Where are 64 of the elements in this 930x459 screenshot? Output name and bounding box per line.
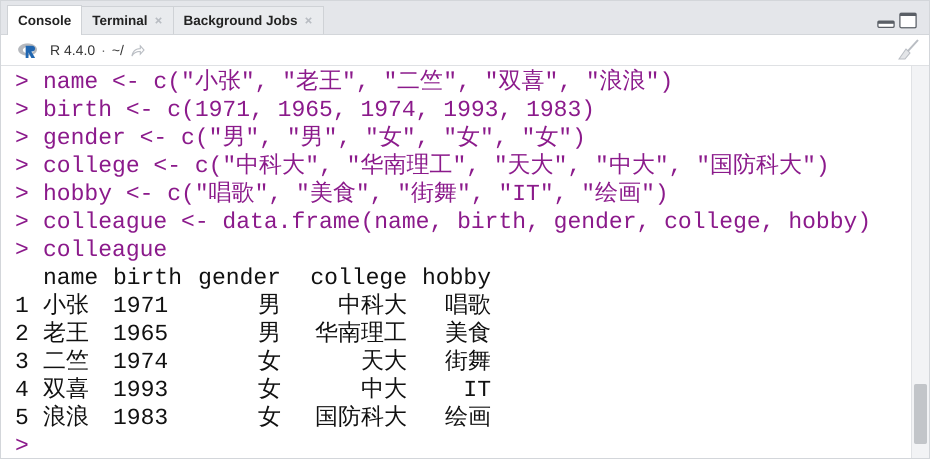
table-cell-text: 华南理工 bbox=[314, 320, 407, 348]
command-line: colleague <- data.frame(name, birth, gender, college, hobby) bbox=[43, 208, 872, 236]
prompt: > bbox=[15, 180, 30, 208]
prompt: > bbox=[15, 68, 30, 96]
broom-icon[interactable] bbox=[897, 39, 919, 61]
table-cell-text: 1993 bbox=[113, 376, 170, 404]
column-header: college bbox=[309, 264, 407, 292]
table-cell-text: 女 bbox=[257, 376, 281, 404]
row-number: 1 bbox=[15, 292, 30, 320]
column-header: birth bbox=[113, 264, 184, 292]
table-cell-text: 天大 bbox=[360, 348, 407, 376]
table-cell-text: 1965 bbox=[113, 320, 170, 348]
table-cell-text: 1974 bbox=[113, 348, 170, 376]
row-number: 4 bbox=[15, 376, 30, 404]
table-cell-text: 唱歌 bbox=[444, 292, 491, 320]
command-line: hobby <- c("唱歌", "美食", "街舞", "IT", "绘画") bbox=[43, 180, 669, 208]
table-cell-text: IT bbox=[462, 376, 491, 404]
table-cell-text: 双喜 bbox=[43, 376, 90, 404]
command-line: name <- c("小张", "老王", "二竺", "双喜", "浪浪") bbox=[43, 68, 674, 96]
scrollbar-thumb[interactable] bbox=[914, 384, 927, 444]
column-header: name bbox=[43, 264, 100, 292]
table-cell-text: 街舞 bbox=[444, 348, 491, 376]
maximize-icon[interactable] bbox=[899, 12, 917, 29]
column-header: hobby bbox=[420, 264, 491, 292]
prompt: > bbox=[15, 152, 30, 180]
command-line: birth <- c(1971, 1965, 1974, 1993, 1983) bbox=[43, 96, 596, 124]
table-cell-text: 1983 bbox=[113, 404, 170, 432]
table-cell-text: 小张 bbox=[43, 292, 90, 320]
table-cell-text: 男 bbox=[257, 292, 281, 320]
console-tab[interactable]: Terminal bbox=[81, 6, 174, 34]
separator-dot: · bbox=[101, 42, 106, 58]
table-cell-text: 国防科大 bbox=[314, 404, 407, 432]
prompt: > bbox=[15, 96, 30, 124]
command-line: colleague bbox=[43, 236, 168, 264]
table-cell-text: 二竺 bbox=[43, 348, 90, 376]
table-cell-text: 绘画 bbox=[444, 404, 491, 432]
table-cell-text: 中科大 bbox=[337, 292, 407, 320]
table-cell-text: 浪浪 bbox=[43, 404, 90, 432]
input-prompt[interactable]: > bbox=[15, 432, 43, 459]
close-icon[interactable] bbox=[304, 16, 313, 25]
table-cell-text: 男 bbox=[257, 320, 281, 348]
row-number: 3 bbox=[15, 348, 30, 376]
scrollbar[interactable] bbox=[911, 66, 929, 458]
table-cell-text: 女 bbox=[257, 348, 281, 376]
table-cell-text: 1971 bbox=[113, 292, 170, 320]
row-number: 5 bbox=[15, 404, 30, 432]
close-icon[interactable] bbox=[154, 16, 163, 25]
console-tab[interactable]: Console bbox=[7, 5, 82, 35]
arrow-icon[interactable] bbox=[130, 44, 145, 56]
prompt: > bbox=[15, 236, 30, 264]
prompt: > bbox=[15, 124, 30, 152]
r-logo-icon bbox=[17, 42, 40, 58]
table-cell-text: 美食 bbox=[444, 320, 491, 348]
table-cell-text: 老王 bbox=[43, 320, 90, 348]
column-header: gender bbox=[197, 264, 281, 292]
row-number: 2 bbox=[15, 320, 30, 348]
command-line: gender <- c("男", "男", "女", "女", "女") bbox=[43, 124, 586, 152]
command-line: college <- c("中科大", "华南理工", "天大", "中大", "国防科大") bbox=[43, 152, 830, 180]
r-version: R 4.4.0 bbox=[50, 42, 96, 58]
table-cell-text: 女 bbox=[257, 404, 281, 432]
console-tab[interactable]: Background Jobs bbox=[172, 6, 324, 34]
prompt: > bbox=[15, 208, 30, 236]
table-cell-text: 中大 bbox=[360, 376, 407, 404]
working-directory: ~/ bbox=[112, 42, 124, 58]
